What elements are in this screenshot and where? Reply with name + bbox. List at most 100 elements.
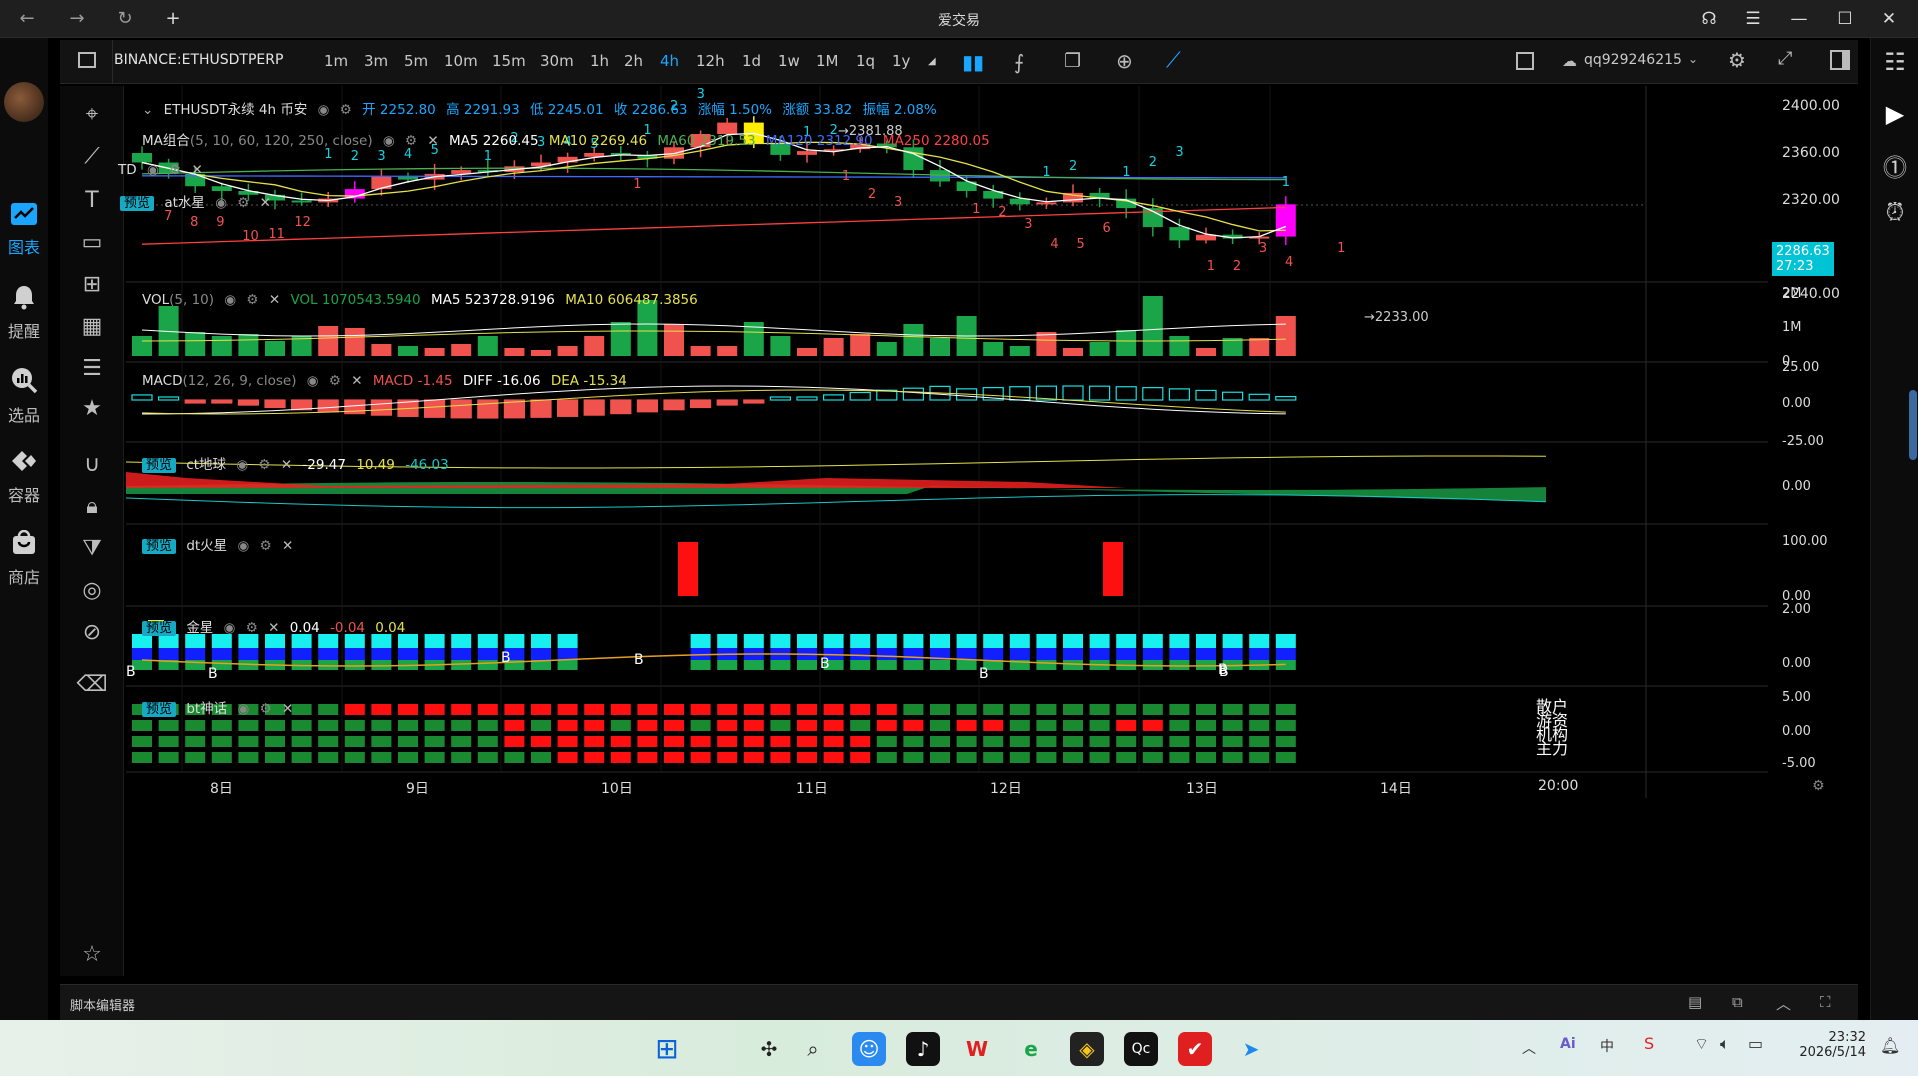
eye-icon[interactable]: ◉ bbox=[224, 292, 236, 308]
tf-1w[interactable]: 1w bbox=[778, 52, 800, 70]
tf-2h[interactable]: 2h bbox=[624, 52, 643, 70]
headset-icon[interactable]: ☊ bbox=[1694, 6, 1724, 32]
settings-icon[interactable]: ⚙ bbox=[1728, 48, 1746, 72]
eye-icon[interactable]: ◉ bbox=[224, 620, 236, 636]
nav-item-chart[interactable]: 图表 bbox=[0, 202, 48, 258]
data-window-icon[interactable]: ⓵ bbox=[1871, 148, 1918, 183]
input-method-icon[interactable]: 中 bbox=[1600, 1036, 1614, 1056]
script-editor-tab[interactable]: 脚本编辑器 bbox=[70, 995, 135, 1014]
tf-10m[interactable]: 10m bbox=[444, 52, 478, 70]
chart-area[interactable]: 1234512345123121212315789101112112312345… bbox=[118, 86, 1840, 976]
tf-1m[interactable]: 1m bbox=[324, 52, 348, 70]
nav-item-container[interactable]: 容器 bbox=[0, 448, 48, 506]
tf-1M[interactable]: 1M bbox=[816, 52, 839, 70]
eye-icon[interactable]: ◉ bbox=[147, 162, 159, 178]
feather-app-icon[interactable]: ➤ bbox=[1234, 1032, 1268, 1066]
search-icon[interactable]: ⌕ bbox=[796, 1032, 830, 1066]
expand-icon[interactable]: ⤢ bbox=[1778, 48, 1792, 69]
symbol-selector[interactable]: BINANCE:ETHUSDTPERP bbox=[114, 52, 283, 68]
tf-5m[interactable]: 5m bbox=[404, 52, 428, 70]
grid-icon[interactable]: ▦ bbox=[60, 314, 124, 339]
nav-item-select[interactable]: 选品 bbox=[0, 366, 48, 426]
tf-12h[interactable]: 12h bbox=[696, 52, 725, 70]
tf-1h[interactable]: 1h bbox=[590, 52, 609, 70]
tf-4h[interactable]: 4h bbox=[660, 52, 679, 70]
alert-add-icon[interactable]: ⊕ bbox=[1116, 49, 1133, 73]
chat-app-icon[interactable]: ☺ bbox=[852, 1032, 886, 1066]
tf-1y[interactable]: 1y bbox=[892, 52, 910, 70]
candlestick-type-icon[interactable]: ▮▮ bbox=[962, 50, 984, 74]
tf-1d[interactable]: 1d bbox=[742, 52, 761, 70]
close-icon[interactable]: ✕ bbox=[427, 133, 438, 149]
settings-icon[interactable]: ⚙ bbox=[237, 195, 249, 211]
tiktok-icon[interactable]: ♪ bbox=[906, 1032, 940, 1066]
sogou-icon[interactable]: S bbox=[1644, 1034, 1654, 1053]
close-icon[interactable]: ✕ bbox=[191, 162, 202, 178]
wifi-icon[interactable]: ⌔ bbox=[1694, 1034, 1709, 1054]
favorite-icon[interactable]: ☆ bbox=[60, 942, 124, 967]
trading-app-icon[interactable]: ◈ bbox=[1070, 1032, 1104, 1066]
pinwheel-icon[interactable]: ✣ bbox=[752, 1032, 786, 1066]
close-icon[interactable]: ✕ bbox=[260, 195, 271, 211]
popout-icon[interactable]: ⧉ bbox=[1732, 993, 1743, 1011]
maximize-icon[interactable]: ☐ bbox=[1830, 6, 1860, 32]
eye-icon[interactable]: ◉ bbox=[318, 102, 330, 118]
notification-bell-icon[interactable]: 🔔︎ bbox=[1880, 1036, 1900, 1055]
settings-icon[interactable]: ⚙ bbox=[246, 292, 258, 308]
axis-settings-icon[interactable]: ⚙ bbox=[1812, 778, 1825, 794]
wps-icon[interactable]: W bbox=[960, 1032, 994, 1066]
volume-icon[interactable]: 🔈︎ bbox=[1720, 1034, 1730, 1054]
star-icon[interactable]: ★ bbox=[60, 396, 124, 421]
maximize-panel-icon[interactable]: ⛶ bbox=[1820, 993, 1831, 1011]
edge-icon[interactable]: e bbox=[1014, 1032, 1048, 1066]
chevron-up-icon[interactable]: ︿ bbox=[1776, 993, 1791, 1014]
cloud-icon[interactable]: ☁ bbox=[1562, 52, 1577, 70]
eye-icon[interactable]: ◉ bbox=[383, 133, 395, 149]
panel-icon[interactable]: ▤ bbox=[1688, 993, 1702, 1011]
template-icon[interactable]: ❐ bbox=[1064, 50, 1081, 72]
target-icon[interactable]: ◎ bbox=[60, 578, 124, 603]
eraser-icon[interactable]: ⌫ bbox=[60, 672, 124, 697]
red-app-icon[interactable]: ✔ bbox=[1178, 1032, 1212, 1066]
magnet-icon[interactable]: ∪ bbox=[60, 452, 124, 477]
trendline-icon[interactable]: ⟋ bbox=[60, 144, 124, 169]
text-icon[interactable]: T bbox=[60, 188, 124, 213]
windows-start-icon[interactable]: ⊞ bbox=[650, 1032, 684, 1066]
nav-item-store[interactable]: 商店 bbox=[0, 529, 48, 588]
close-icon[interactable]: ✕ bbox=[1874, 6, 1904, 32]
layout-toggle-icon[interactable] bbox=[78, 52, 96, 68]
lock-icon[interactable]: 🔒︎ bbox=[60, 494, 124, 519]
watchlist-icon[interactable]: ☷ bbox=[1871, 48, 1918, 76]
timeframe-dropdown-icon[interactable]: ◢ bbox=[928, 56, 936, 67]
close-icon[interactable]: ✕ bbox=[281, 457, 292, 473]
filter-icon[interactable]: ⧩ bbox=[60, 536, 124, 561]
panel-toggle-icon[interactable] bbox=[1830, 50, 1850, 70]
clock[interactable]: 23:32 2026/5/14 bbox=[1796, 1030, 1866, 1060]
play-icon[interactable]: ▶ bbox=[1871, 100, 1918, 128]
ai-tray-icon[interactable]: Ai bbox=[1560, 1036, 1576, 1052]
tf-30m[interactable]: 30m bbox=[540, 52, 574, 70]
settings-icon[interactable]: ⚙ bbox=[260, 538, 272, 554]
tf-1q[interactable]: 1q bbox=[856, 52, 875, 70]
eye-icon[interactable]: ◉ bbox=[307, 373, 319, 389]
nav-item-alert[interactable]: 提醒 bbox=[0, 284, 48, 342]
qc-app-icon[interactable]: Qc bbox=[1124, 1032, 1158, 1066]
measure-icon[interactable]: ⊞ bbox=[60, 272, 124, 297]
alarm-clock-icon[interactable]: ⏰︎ bbox=[1871, 198, 1918, 226]
user-account[interactable]: qq929246215 bbox=[1584, 52, 1682, 68]
eye-icon[interactable]: ◉ bbox=[215, 195, 227, 211]
tray-chevron-icon[interactable]: ︿ bbox=[1522, 1038, 1536, 1058]
collapse-chevron-icon[interactable]: ⌄ bbox=[142, 102, 153, 118]
tf-15m[interactable]: 15m bbox=[492, 52, 526, 70]
battery-icon[interactable]: ▭ bbox=[1748, 1034, 1763, 1053]
settings-icon[interactable]: ⚙ bbox=[260, 701, 272, 717]
menu-icon[interactable]: ☰ bbox=[1738, 6, 1768, 32]
settings-icon[interactable]: ⚙ bbox=[169, 162, 181, 178]
close-icon[interactable]: ✕ bbox=[351, 373, 362, 389]
draw-line-icon[interactable]: ⟋ bbox=[1166, 48, 1181, 73]
eye-hide-icon[interactable]: ⊘ bbox=[60, 620, 124, 645]
close-icon[interactable]: ✕ bbox=[282, 701, 293, 717]
fib-icon[interactable]: ☰ bbox=[60, 356, 124, 381]
tf-3m[interactable]: 3m bbox=[364, 52, 388, 70]
rectangle-icon[interactable]: ▭ bbox=[60, 230, 124, 255]
